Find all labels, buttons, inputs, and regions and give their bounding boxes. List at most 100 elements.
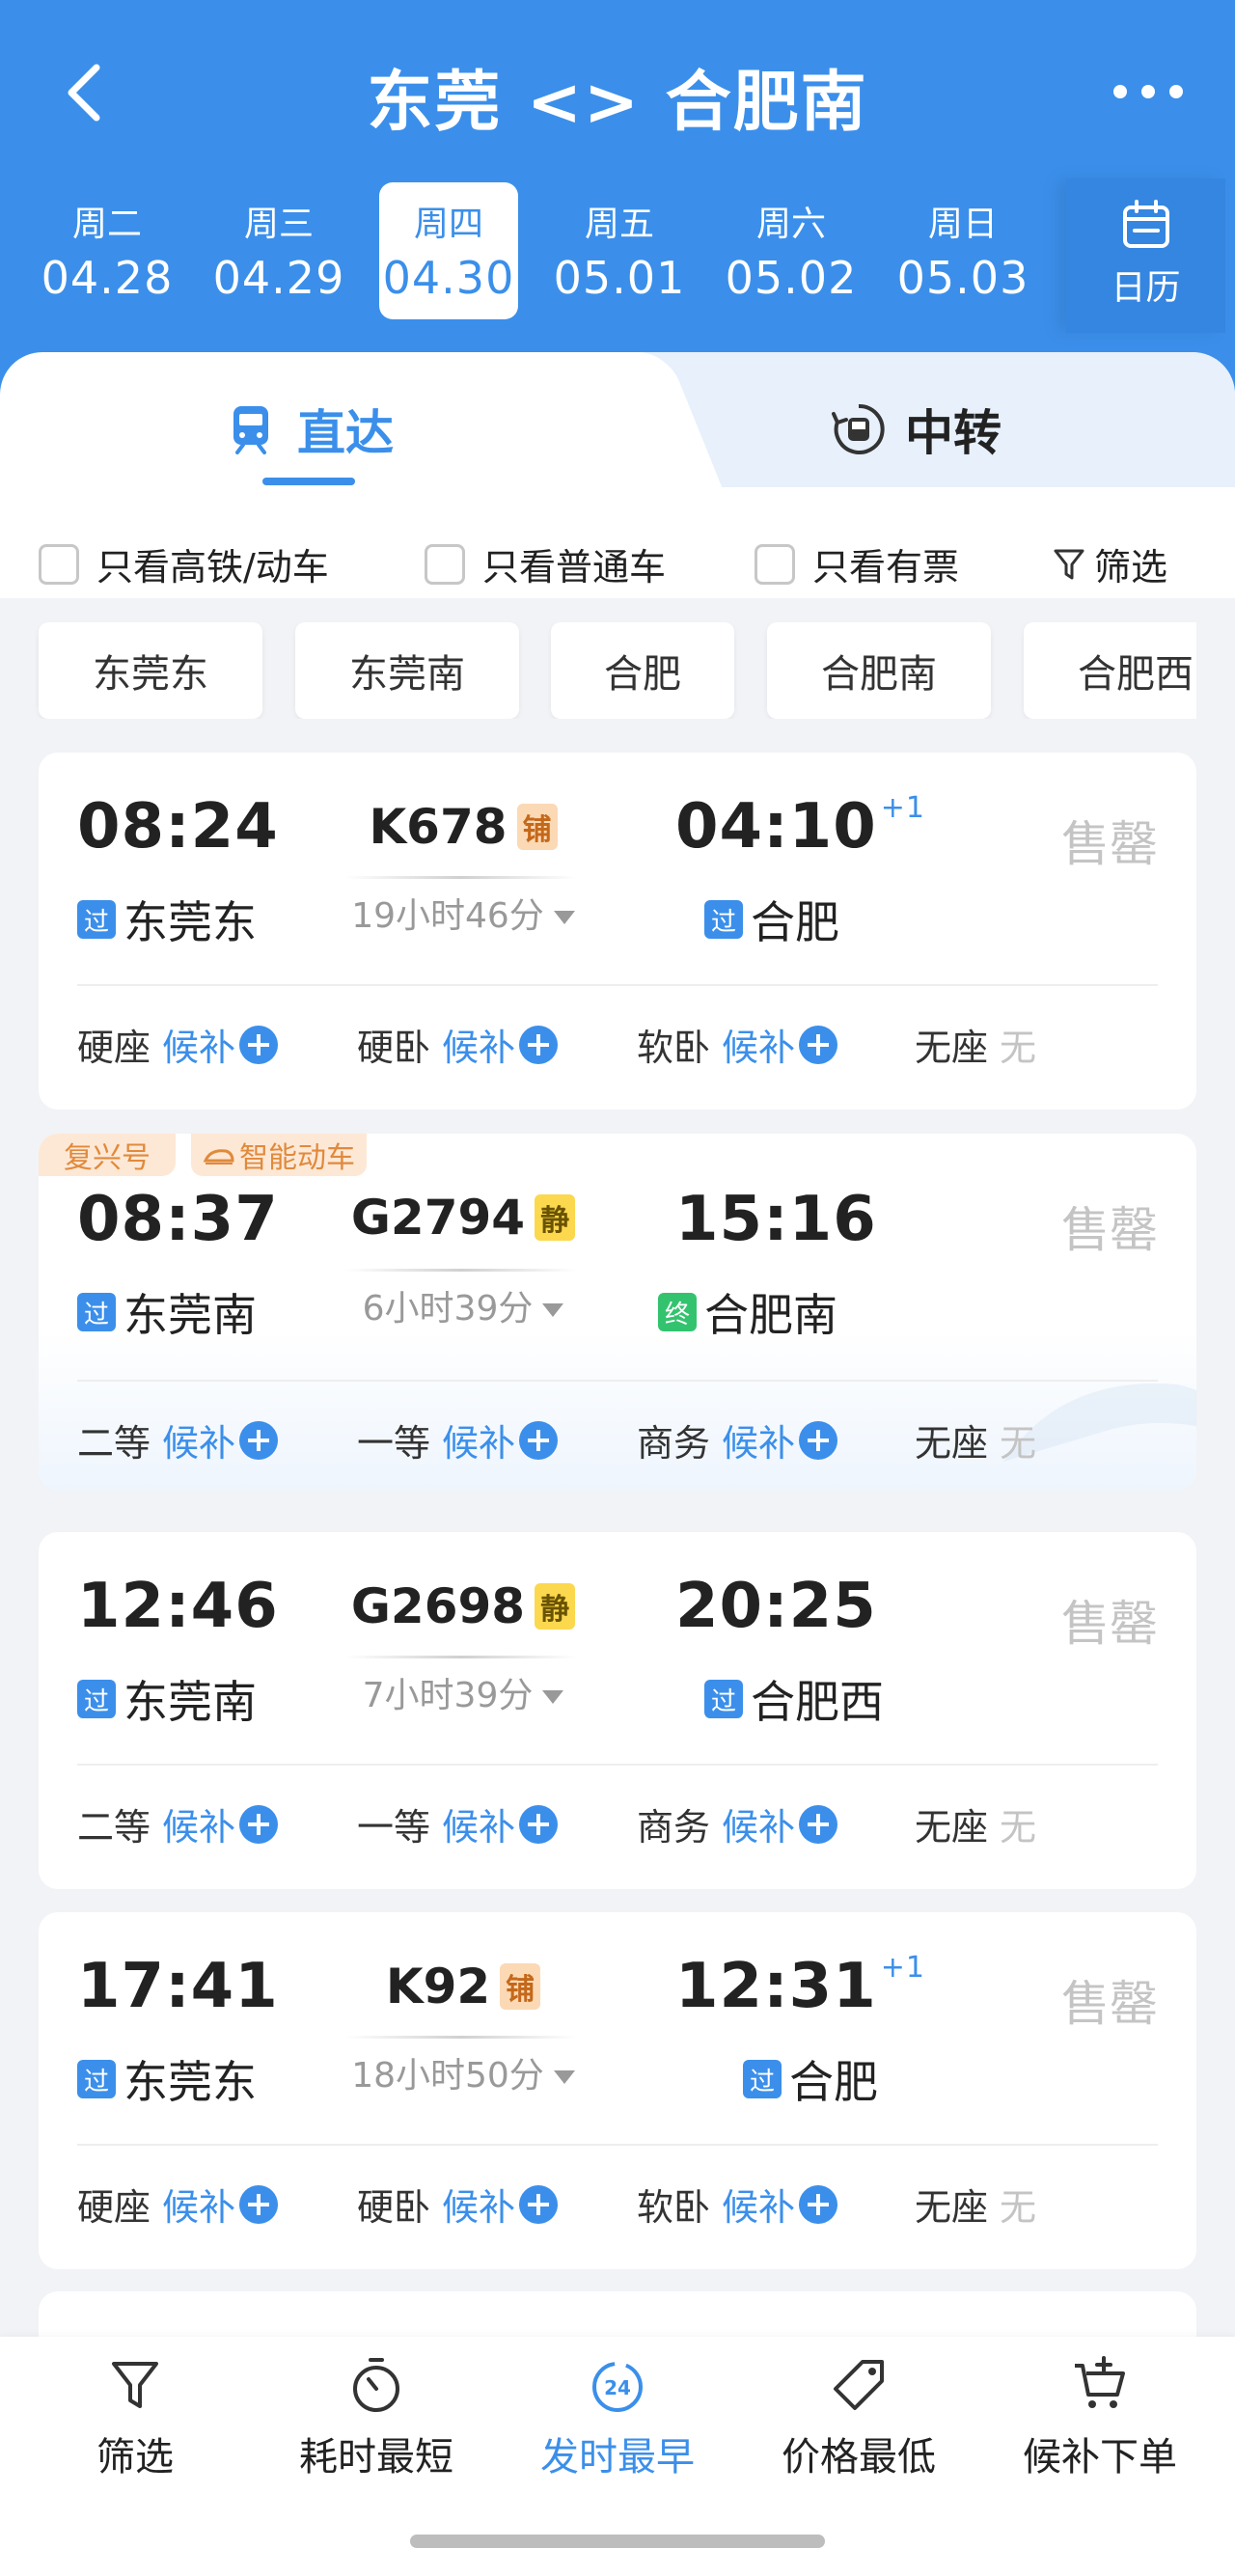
to-station: 过 合肥 [743, 2047, 878, 2111]
date-item-selected[interactable]: 周四 04.30 [379, 182, 518, 319]
arrival-time: 04:10 +1 [675, 791, 925, 863]
station-chip[interactable]: 合肥西 [1024, 622, 1196, 719]
plus-circle-icon [799, 2184, 838, 2224]
pass-mark: 过 [77, 900, 116, 939]
available-only-checkbox[interactable]: 只看有票 [755, 537, 959, 590]
plus-circle-icon [239, 2184, 279, 2224]
regular-only-checkbox[interactable]: 只看普通车 [425, 537, 666, 590]
seat-option: 无座无 [915, 1806, 1037, 1849]
date-item[interactable]: 周二 04.28 [21, 178, 193, 321]
waitlist-order-button[interactable]: 候补下单 [984, 2354, 1216, 2481]
bullet-train-icon [203, 1149, 234, 1165]
train-number: G2794 静 [347, 1190, 579, 1246]
quick-filters: 只看高铁/动车 只看普通车 只看有票 筛选 [39, 526, 1196, 593]
plus-circle-icon [799, 1420, 838, 1460]
date-selector: 周二 04.28 周三 04.29 周四 04.30 周五 05.01 周六 0… [0, 178, 1235, 333]
plus-circle-icon [799, 1025, 838, 1064]
transfer-train-icon [832, 403, 885, 454]
departure-time: 12:46 [77, 1571, 279, 1642]
plus-circle-icon [519, 1420, 559, 1460]
seat-option[interactable]: 硬座 候补 [77, 1018, 279, 1071]
timer-icon [353, 2358, 399, 2412]
date-item[interactable]: 周三 04.29 [193, 178, 365, 321]
plus-circle-icon [239, 1025, 279, 1064]
page-title: 东莞 <> 合肥南 [367, 65, 868, 141]
seat-option[interactable]: 二等 候补 [77, 1797, 279, 1850]
to-station: 终 合肥南 [658, 1280, 837, 1344]
quiet-car-badge: 静 [535, 1194, 576, 1241]
seat-option[interactable]: 二等 候补 [77, 1413, 279, 1466]
seat-option[interactable]: 软卧 候补 [637, 1018, 838, 1071]
seat-option[interactable]: 硬卧 候补 [357, 2178, 559, 2231]
sort-earliest-departure-button[interactable]: 24 发时最早 [502, 2354, 733, 2481]
home-indicator [410, 2535, 825, 2548]
sold-out-status: 售罄 [1061, 1202, 1158, 1258]
seat-option[interactable]: 硬卧 候补 [357, 1018, 559, 1071]
seat-option[interactable]: 软卧 候补 [637, 2178, 838, 2231]
seat-option[interactable]: 一等 候补 [357, 1413, 559, 1466]
caret-down-icon [553, 2070, 575, 2084]
train-icon [233, 406, 268, 454]
plus-circle-icon [239, 1420, 279, 1460]
from-station: 过 东莞东 [77, 2047, 257, 2111]
sold-out-status: 售罄 [1061, 1976, 1158, 2032]
train-card[interactable]: 08:24 K678 铺 04:10 +1 售罄 过 东莞东 19小时46分 过 … [39, 753, 1196, 1110]
quiet-car-badge: 静 [535, 1583, 576, 1630]
seat-option[interactable]: 商务 候补 [637, 1413, 838, 1466]
plus-circle-icon [519, 2184, 559, 2224]
seat-option: 无座无 [915, 1027, 1037, 1069]
plus-circle-icon [799, 1804, 838, 1844]
terminal-mark: 终 [658, 1293, 697, 1331]
clock-24-icon: 24 [592, 2362, 643, 2412]
more-dots-icon [1113, 85, 1127, 98]
departure-time: 08:37 [77, 1184, 279, 1255]
from-station: 过 东莞东 [77, 888, 257, 951]
calendar-icon [1122, 200, 1169, 248]
train-card[interactable]: 复兴号 智能动车 08:37 G2794 静 15:16 售罄 过 东莞南 6小… [39, 1134, 1196, 1491]
station-chip[interactable]: 东莞东 [39, 622, 262, 719]
duration[interactable]: 6小时39分 [347, 1280, 579, 1330]
date-item[interactable]: 周五 05.01 [534, 178, 705, 321]
from-station: 过 东莞南 [77, 1280, 257, 1344]
tab-transfer-label: 中转 [905, 405, 1002, 461]
duration[interactable]: 19小时46分 [347, 888, 579, 938]
train-number: G2698 静 [347, 1578, 579, 1634]
train-number: K678 铺 [347, 799, 579, 855]
train-card[interactable]: 12:46 G2698 静 20:25 售罄 过 东莞南 7小时39分 过 合肥… [39, 1532, 1196, 1889]
plus-circle-icon [519, 1025, 559, 1064]
arrival-time: 15:16 [675, 1184, 877, 1255]
duration[interactable]: 18小时50分 [347, 2047, 579, 2097]
seat-option[interactable]: 一等 候补 [357, 1797, 559, 1850]
high-speed-only-checkbox[interactable]: 只看高铁/动车 [39, 537, 329, 590]
sold-out-status: 售罄 [1061, 816, 1158, 872]
filter-button[interactable]: 筛选 [1052, 537, 1167, 590]
smart-emu-tag: 智能动车 [191, 1134, 367, 1176]
sleeper-badge: 铺 [516, 804, 558, 850]
date-item[interactable]: 周六 05.02 [705, 178, 877, 321]
station-chip[interactable]: 东莞南 [295, 622, 519, 719]
caret-down-icon [542, 1690, 564, 1704]
station-chip[interactable]: 合肥 [551, 622, 734, 719]
sort-shortest-duration-button[interactable]: 耗时最短 [261, 2354, 492, 2481]
filter-icon [112, 2362, 158, 2408]
pass-mark: 过 [704, 900, 743, 939]
pass-mark: 过 [704, 1680, 743, 1718]
seat-option[interactable]: 硬座 候补 [77, 2178, 279, 2231]
seat-option: 无座无 [915, 2186, 1037, 2229]
tab-transfer[interactable]: 中转 [830, 381, 1002, 478]
sort-lowest-price-button[interactable]: 价格最低 [743, 2354, 974, 2481]
tab-direct[interactable]: 直达 [222, 381, 394, 478]
pass-mark: 过 [77, 1680, 116, 1718]
departure-time: 17:41 [77, 1951, 279, 2022]
sold-out-status: 售罄 [1061, 1596, 1158, 1652]
duration[interactable]: 7小时39分 [347, 1667, 579, 1717]
calendar-button[interactable]: 日历 [1066, 178, 1225, 333]
station-chip[interactable]: 合肥南 [767, 622, 991, 719]
seat-option[interactable]: 商务 候补 [637, 1797, 838, 1850]
train-card[interactable]: 17:41 K92 铺 12:31 +1 售罄 过 东莞东 18小时50分 过 合… [39, 1912, 1196, 2269]
bottom-filter-button[interactable]: 筛选 [19, 2354, 251, 2481]
tab-underline [262, 478, 355, 485]
date-item[interactable]: 周日 05.03 [877, 178, 1049, 321]
more-button[interactable] [1100, 68, 1196, 116]
top-header: 东莞 <> 合肥南 周二 04.28 周三 04.29 周四 04.30 周五 … [0, 0, 1235, 405]
